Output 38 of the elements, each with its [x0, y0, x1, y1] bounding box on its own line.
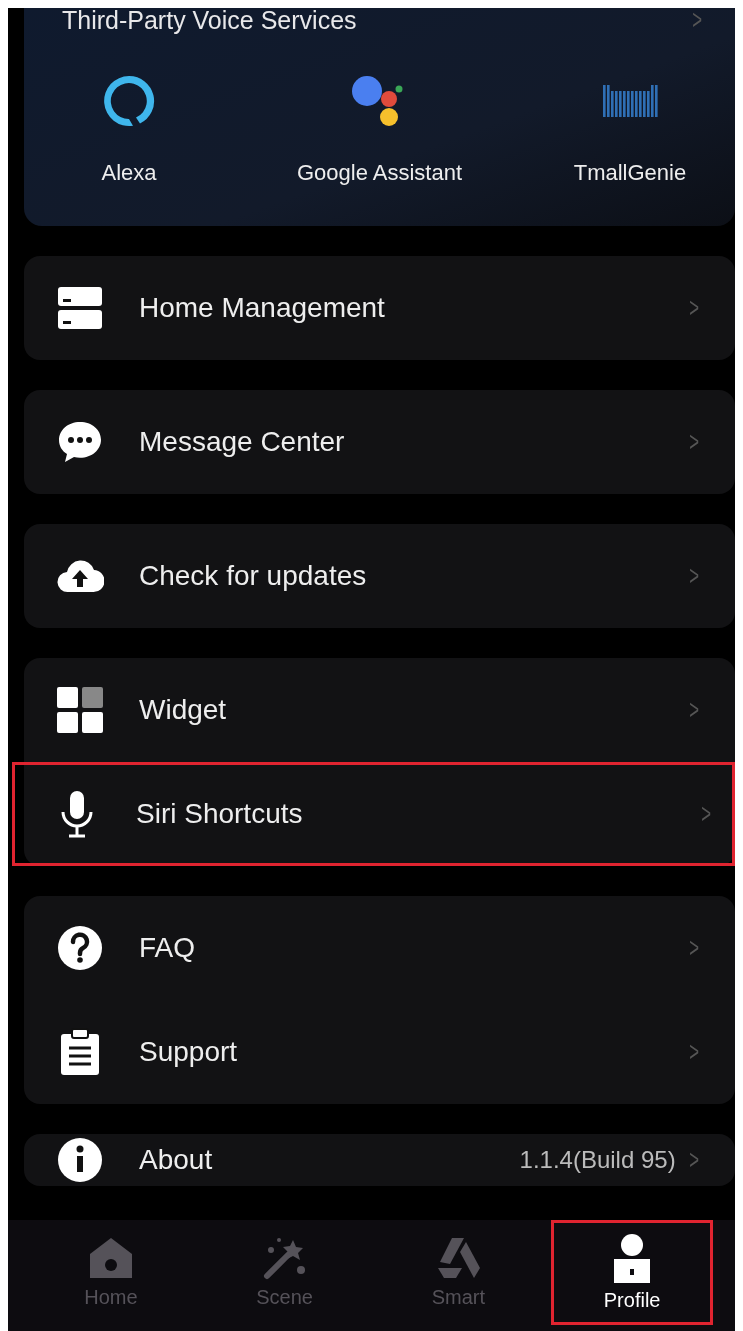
grid-icon [57, 687, 103, 733]
service-name: TmallGenie [573, 160, 687, 186]
settings-row[interactable]: Check for updates > [24, 524, 735, 628]
chevron-icon: > [700, 798, 711, 830]
chevron-icon: > [688, 426, 699, 458]
section-title: Third-Party Voice Services [61, 8, 357, 32]
clipboard-icon [60, 1028, 100, 1076]
settings-row[interactable]: FAQ > [24, 896, 735, 1000]
chevron-icon: > [688, 560, 699, 592]
row-label: Support [139, 1036, 239, 1068]
chevron-icon: > [688, 292, 699, 324]
info-icon [57, 1137, 103, 1183]
cloud-upload-icon [56, 558, 104, 594]
settings-row[interactable]: Widget > [24, 658, 735, 762]
row-label: Message Center [139, 426, 346, 458]
row-label: About [139, 1144, 214, 1176]
question-icon [57, 925, 103, 971]
settings-row[interactable]: Message Center > [24, 390, 735, 494]
chevron-icon: > [688, 694, 699, 726]
row-label: FAQ [139, 932, 196, 964]
chat-bubble-icon [57, 420, 103, 464]
row-label: Home Management [139, 292, 386, 324]
settings-row[interactable]: Home Management > [24, 256, 735, 360]
settings-row[interactable]: Siri Shortcuts > [12, 762, 735, 866]
server-icon [58, 286, 102, 330]
settings-row[interactable]: Support > [24, 1000, 735, 1104]
chevron-icon: > [688, 1036, 699, 1068]
chevron-icon: > [688, 932, 699, 964]
microphone-icon [60, 790, 94, 838]
row-label: Siri Shortcuts [136, 798, 304, 830]
row-label: Check for updates [139, 560, 368, 592]
service-name: Google Assistant [296, 160, 463, 186]
chevron-icon: > [688, 1144, 699, 1176]
row-label: Widget [139, 694, 228, 726]
service-name: Alexa [101, 160, 157, 186]
settings-row[interactable]: About 1.1.4(Build 95) > [24, 1134, 735, 1186]
version-text: 1.1.4(Build 95) [519, 1146, 676, 1174]
tab[interactable]: Profile [551, 1220, 713, 1325]
